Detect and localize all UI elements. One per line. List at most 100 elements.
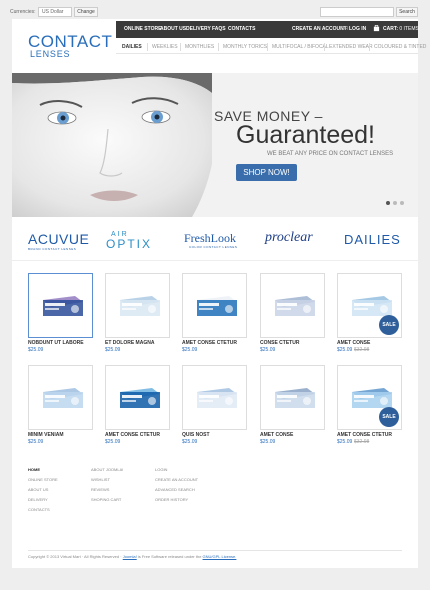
brand-dailies[interactable]: DAILIES bbox=[344, 232, 401, 247]
product-image[interactable] bbox=[105, 273, 170, 338]
cart-label: CART: bbox=[383, 26, 398, 32]
product-name[interactable]: MINIM VENIAM bbox=[28, 432, 64, 438]
product-image[interactable] bbox=[182, 365, 247, 430]
currency-select[interactable]: US Dollar bbox=[38, 7, 72, 17]
search-button[interactable]: Search bbox=[396, 7, 418, 17]
category-divider bbox=[324, 43, 325, 51]
cart-summary[interactable]: CART: 0 ITEMS bbox=[383, 26, 419, 32]
search-input[interactable] bbox=[320, 7, 394, 17]
category-divider bbox=[267, 43, 268, 51]
product-price: $25.09 bbox=[337, 347, 353, 353]
product-price: $25.09 bbox=[28, 347, 44, 353]
footer-contacts[interactable]: CONTACTS bbox=[28, 507, 50, 512]
product-name[interactable]: CONSE CTETUR bbox=[260, 340, 299, 346]
product-price: $25.09 bbox=[260, 439, 276, 445]
product-image[interactable] bbox=[28, 365, 93, 430]
product-price: $25.09 bbox=[105, 347, 121, 353]
nav-online-store[interactable]: ONLINE STORE bbox=[124, 26, 161, 32]
footer-shopping-cart[interactable]: SHOPING CART bbox=[91, 497, 121, 502]
product-image[interactable] bbox=[28, 273, 93, 338]
create-account-link[interactable]: CREATE AN ACCOUNT bbox=[292, 26, 347, 32]
footer-create-account[interactable]: CREATE AN ACCOUNT bbox=[155, 477, 198, 482]
lens-box-icon bbox=[275, 388, 315, 408]
footer-home[interactable]: HOME bbox=[28, 467, 40, 472]
brand-freshlook-tagline: COLOR CONTACT LENSES bbox=[189, 245, 238, 249]
category-extended-wear[interactable]: EXTENDED WEAR bbox=[329, 44, 373, 50]
product-name[interactable]: QUIS NOST bbox=[182, 432, 210, 438]
copyright-middle: is Free Software released under the bbox=[136, 554, 203, 559]
lens-box-icon bbox=[120, 388, 160, 408]
product-image[interactable] bbox=[260, 365, 325, 430]
footer-reviews[interactable]: REVIEWS bbox=[91, 487, 109, 492]
brand-freshlook[interactable]: FreshLook bbox=[184, 231, 236, 246]
footer: HOME ONLINE STORE ABOUT US DELIVERY CONT… bbox=[12, 465, 418, 568]
product-image[interactable] bbox=[260, 273, 325, 338]
slide-dot-3[interactable] bbox=[400, 201, 404, 205]
nav-faqs[interactable]: FAQS bbox=[212, 26, 226, 32]
lens-box-icon bbox=[275, 296, 315, 316]
banner-tagline: WE BEAT ANY PRICE ON CONTACT LENSES bbox=[267, 151, 394, 157]
lens-box-icon bbox=[197, 388, 237, 408]
product-price: $25.09 bbox=[105, 439, 121, 445]
category-coloured-tinted[interactable]: COLOURED & TINTED bbox=[374, 44, 426, 50]
brand-proclear[interactable]: proclear bbox=[265, 230, 313, 246]
product-name[interactable]: NOBDUNT UT LABORE bbox=[28, 340, 84, 346]
product-price: $25.09 bbox=[182, 439, 198, 445]
joomla-link[interactable]: Joomla! bbox=[123, 554, 137, 559]
slide-dot-1[interactable] bbox=[386, 201, 390, 205]
footer-login[interactable]: LOGIN bbox=[155, 467, 167, 472]
product-name[interactable]: AMET CONSE bbox=[260, 432, 293, 438]
category-monthly-torics[interactable]: MONTHLY TORICS bbox=[223, 44, 267, 50]
logo-subtitle[interactable]: LENSES bbox=[30, 49, 70, 59]
product-price: $25.09 bbox=[182, 347, 198, 353]
hero-banner[interactable]: SAVE MONEY – Guaranteed! WE BEAT ANY PRI… bbox=[12, 73, 418, 217]
nav-contacts[interactable]: CONTACTS bbox=[228, 26, 255, 32]
footer-delivery[interactable]: DELIVERY bbox=[28, 497, 48, 502]
product-name[interactable]: AMET CONSE CTETUR bbox=[337, 432, 392, 438]
brand-acuvue[interactable]: ACUVUE bbox=[28, 231, 89, 247]
footer-wishlist[interactable]: WISHLIST bbox=[91, 477, 110, 482]
cart-icon[interactable] bbox=[373, 25, 380, 32]
category-monthlies[interactable]: MONTHLIES bbox=[185, 44, 214, 50]
cart-count: 0 ITEMS bbox=[399, 26, 419, 32]
lens-box-icon bbox=[43, 296, 83, 316]
page-container: CONTACT LENSES ONLINE STORE ABOUT US DEL… bbox=[12, 19, 426, 568]
sale-badge: SALE bbox=[379, 407, 399, 427]
product-image[interactable] bbox=[182, 273, 247, 338]
shop-now-button[interactable]: SHOP NOW! bbox=[236, 164, 297, 181]
category-multifocal[interactable]: MULTIFOCAL / BIFOCAL bbox=[272, 44, 329, 50]
product-image[interactable] bbox=[105, 365, 170, 430]
product-name[interactable]: AMET CONSE bbox=[337, 340, 370, 346]
product-name[interactable]: AMET CONSE CTETUR bbox=[105, 432, 160, 438]
footer-order-history[interactable]: ORDER HISTORY bbox=[155, 497, 188, 502]
model-face-image bbox=[12, 73, 212, 217]
brand-acuvue-tagline: BRAND CONTACT LENSES bbox=[28, 247, 77, 251]
slide-dot-2[interactable] bbox=[393, 201, 397, 205]
footer-online-store[interactable]: ONLINE STORE bbox=[28, 477, 58, 482]
product-name[interactable]: ET DOLORE MAGNA bbox=[105, 340, 154, 346]
product-name[interactable]: AMET CONSE CTETUR bbox=[182, 340, 237, 346]
nav-or-text: OR bbox=[341, 26, 349, 32]
brand-air-optix[interactable]: OPTIX bbox=[106, 237, 152, 251]
nav-about-us[interactable]: ABOUT US bbox=[160, 26, 186, 32]
category-divider bbox=[369, 43, 370, 51]
currencies-label: Currencies: bbox=[10, 9, 36, 15]
lens-box-icon bbox=[43, 388, 83, 408]
footer-about-us[interactable]: ABOUT US bbox=[28, 487, 48, 492]
sale-badge: SALE bbox=[379, 315, 399, 335]
nav-delivery[interactable]: DELIVERY bbox=[186, 26, 211, 32]
product-old-price: $32.98 bbox=[354, 347, 370, 353]
change-currency-button[interactable]: Change bbox=[74, 7, 98, 17]
license-link[interactable]: GNU/GPL License. bbox=[203, 554, 237, 559]
footer-advanced-search[interactable]: ADVANCED SEARCH bbox=[155, 487, 195, 492]
brand-logos: ACUVUE BRAND CONTACT LENSES AIR OPTIX Fr… bbox=[12, 219, 418, 261]
footer-divider bbox=[28, 550, 402, 551]
copyright-text: Copyright © 2013 Virtual Mart · All Righ… bbox=[28, 554, 236, 559]
login-link[interactable]: LOG IN bbox=[349, 26, 366, 32]
category-dailies[interactable]: DAILIES bbox=[122, 44, 142, 50]
category-weeklies[interactable]: WEEKLIES bbox=[152, 44, 178, 50]
product-price: $25.09 bbox=[28, 439, 44, 445]
footer-about-joomla[interactable]: ABOUT JOOMLA! bbox=[91, 467, 123, 472]
category-nav: DAILIES WEEKLIES MONTHLIES MONTHLY TORIC… bbox=[116, 40, 426, 54]
copyright-prefix: Copyright © 2013 Virtual Mart · All Righ… bbox=[28, 554, 123, 559]
